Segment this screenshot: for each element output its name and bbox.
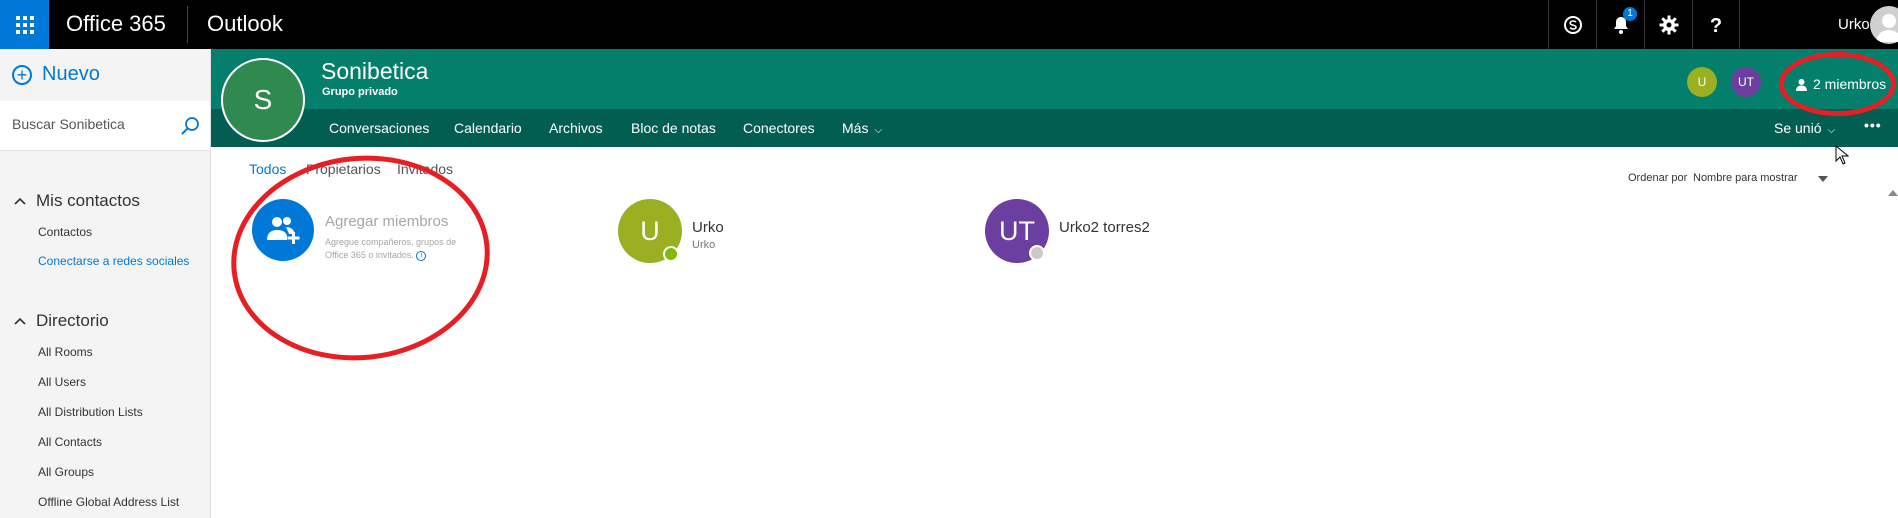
skype-icon: [1563, 15, 1582, 34]
nav-item-contacts[interactable]: Contactos: [38, 225, 92, 239]
member-name[interactable]: Urko: [692, 219, 724, 236]
directory-header[interactable]: Directorio: [14, 311, 109, 331]
chevron-up-icon: [14, 317, 26, 325]
app-launcher-button[interactable]: [0, 0, 49, 49]
search-icon[interactable]: [180, 116, 200, 136]
help-icon: ?: [1710, 15, 1722, 36]
group-name: Sonibetica: [321, 58, 429, 84]
nav-item-all-contacts[interactable]: All Contacts: [38, 435, 102, 449]
info-icon[interactable]: i: [416, 250, 427, 261]
tab-conversaciones[interactable]: Conversaciones: [329, 120, 429, 136]
user-avatar[interactable]: [1870, 6, 1898, 44]
nav-item-offline-gal[interactable]: Offline Global Address List: [38, 495, 179, 509]
my-contacts-header[interactable]: Mis contactos: [14, 191, 140, 211]
nav-item-all-groups[interactable]: All Groups: [38, 465, 94, 479]
waffle-icon: [15, 15, 34, 34]
notifications-button[interactable]: 1: [1596, 0, 1644, 49]
tab-calendario[interactable]: Calendario: [454, 120, 522, 136]
chevron-down-icon: ⌵: [1827, 125, 1836, 136]
member-initials: UT: [999, 215, 1035, 246]
joined-dropdown[interactable]: Se unió ⌵: [1774, 120, 1835, 136]
help-button[interactable]: ?: [1692, 0, 1740, 49]
brand-label[interactable]: Office 365: [66, 11, 166, 37]
sort-label: Ordenar por: [1628, 172, 1688, 184]
scroll-up-arrow-icon[interactable]: [1888, 190, 1898, 196]
caret-down-icon[interactable]: [1818, 176, 1828, 182]
members-count-label: 2 miembros: [1813, 76, 1887, 92]
member-subtitle: Urko: [692, 239, 716, 251]
brand-divider: [187, 6, 188, 43]
joined-label: Se unió: [1774, 120, 1822, 136]
tab-bloc-de-notas[interactable]: Bloc de notas: [631, 120, 716, 136]
mouse-cursor-icon: [1835, 145, 1849, 165]
add-people-icon: [267, 217, 300, 244]
member-name[interactable]: Urko2 torres2: [1059, 219, 1150, 236]
presence-offline-icon: [1029, 245, 1045, 261]
notification-badge: 1: [1623, 7, 1637, 21]
add-members-description-text: Agregue compañeros, grupos de Office 365…: [325, 237, 457, 260]
filter-tab-todos[interactable]: Todos: [249, 161, 286, 177]
plus-circle-icon: +: [12, 64, 32, 85]
directory-title: Directorio: [36, 311, 109, 330]
chevron-up-icon: [14, 197, 26, 205]
nav-item-all-distribution-lists[interactable]: All Distribution Lists: [38, 405, 143, 419]
svg-text:?: ?: [1710, 15, 1722, 36]
nav-item-all-rooms[interactable]: All Rooms: [38, 345, 93, 359]
gear-icon: [1659, 15, 1678, 34]
filter-tab-propietarios[interactable]: Propietarios: [306, 161, 381, 177]
add-members-title[interactable]: Agregar miembros: [325, 213, 448, 230]
my-contacts-title: Mis contactos: [36, 191, 140, 210]
top-bar: Office 365 Outlook 1 ? Urko: [0, 0, 1898, 49]
member-avatar-small[interactable]: U: [1687, 67, 1717, 97]
tab-conectores[interactable]: Conectores: [743, 120, 815, 136]
tab-mas[interactable]: Más ⌵: [842, 120, 882, 136]
member-avatar-small[interactable]: UT: [1731, 67, 1761, 97]
user-name[interactable]: Urko: [1838, 16, 1870, 33]
more-options-button[interactable]: •••: [1864, 117, 1882, 133]
sort-dropdown[interactable]: Nombre para mostrar: [1693, 172, 1798, 184]
tab-mas-label: Más: [842, 120, 869, 136]
add-members-description: Agregue compañeros, grupos de Office 365…: [325, 236, 475, 262]
skype-button[interactable]: [1548, 0, 1596, 49]
search-input[interactable]: [12, 116, 172, 132]
filter-tab-invitados[interactable]: Invitados: [397, 161, 453, 177]
tab-archivos[interactable]: Archivos: [549, 120, 603, 136]
new-label: Nuevo: [42, 63, 100, 85]
chevron-down-icon: ⌵: [874, 125, 883, 136]
app-name[interactable]: Outlook: [207, 11, 283, 37]
group-type: Grupo privado: [322, 86, 398, 98]
group-avatar[interactable]: S: [221, 58, 305, 142]
add-members-button[interactable]: [252, 199, 314, 261]
person-icon: [1796, 78, 1807, 91]
presence-available-icon: [663, 246, 679, 262]
search-box: [0, 101, 210, 151]
left-nav: + Nuevo Mis contactos Contactos Conectar…: [0, 49, 211, 518]
person-icon: [1876, 14, 1898, 42]
nav-item-connect-social[interactable]: Conectarse a redes sociales: [38, 254, 189, 268]
settings-button[interactable]: [1644, 0, 1692, 49]
member-initials: U: [640, 215, 660, 246]
new-button[interactable]: + Nuevo: [12, 63, 100, 86]
group-header: [211, 49, 1898, 109]
nav-item-all-users[interactable]: All Users: [38, 375, 86, 389]
members-button[interactable]: 2 miembros: [1795, 76, 1886, 92]
